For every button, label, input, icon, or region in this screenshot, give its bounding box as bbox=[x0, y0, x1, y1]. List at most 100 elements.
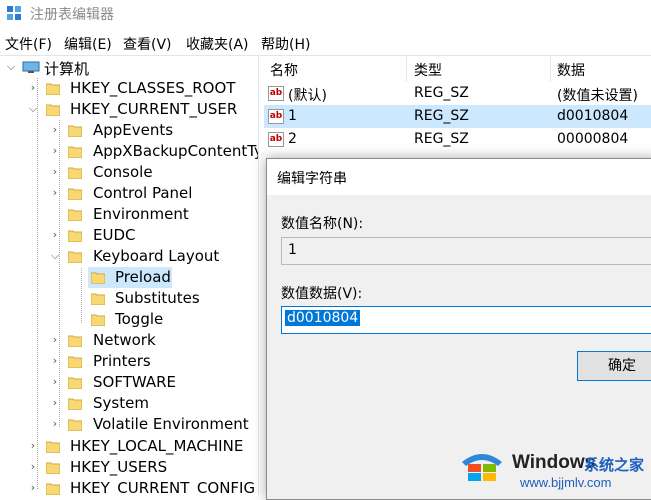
chevron-right-icon[interactable]: › bbox=[50, 333, 60, 347]
tree-item-printers[interactable]: › Printers bbox=[0, 351, 258, 372]
list-row[interactable]: ab (默认) REG_SZ (数值未设置) bbox=[264, 82, 651, 105]
folder-icon bbox=[91, 293, 105, 305]
tree-item-control-panel[interactable]: › Control Panel bbox=[0, 183, 258, 204]
tree-item-label: AppXBackupContentTy bbox=[93, 142, 258, 160]
computer-icon bbox=[22, 61, 40, 73]
tree-item-software[interactable]: › SOFTWARE bbox=[0, 372, 258, 393]
tree-item-network[interactable]: › Network bbox=[0, 330, 258, 351]
chevron-right-icon[interactable]: › bbox=[50, 396, 60, 410]
value-data-label: 数值数据(V): bbox=[281, 286, 363, 302]
tree-item-label: Keyboard Layout bbox=[93, 247, 220, 265]
ok-button[interactable]: 确定 bbox=[577, 351, 651, 381]
tree-item-environment[interactable]: Environment bbox=[0, 204, 258, 225]
regedit-icon bbox=[7, 6, 21, 20]
folder-icon bbox=[46, 483, 60, 495]
tree-item-label: Toggle bbox=[115, 310, 164, 328]
value-data-text: d0010804 bbox=[285, 310, 361, 326]
list-row[interactable]: ab 2 REG_SZ 00000804 bbox=[264, 128, 651, 151]
folder-icon bbox=[68, 398, 82, 410]
title-bar: 注册表编辑器 bbox=[0, 0, 651, 28]
folder-icon bbox=[91, 272, 105, 284]
tree-item-label: Environment bbox=[93, 205, 189, 223]
folder-open-icon bbox=[68, 251, 82, 263]
tree-item-label: Substitutes bbox=[115, 289, 200, 307]
chevron-right-icon[interactable]: › bbox=[28, 460, 38, 474]
folder-icon bbox=[68, 146, 82, 158]
chevron-right-icon[interactable]: › bbox=[28, 481, 38, 495]
chevron-right-icon[interactable]: › bbox=[28, 81, 38, 95]
chevron-right-icon[interactable]: › bbox=[50, 144, 60, 158]
column-separator[interactable] bbox=[406, 56, 407, 82]
watermark-brand: Windows bbox=[512, 452, 596, 473]
row-type: REG_SZ bbox=[414, 85, 469, 101]
dialog-title: 编辑字符串 bbox=[277, 171, 347, 187]
column-separator[interactable] bbox=[550, 56, 551, 82]
string-value-icon: ab bbox=[268, 109, 284, 124]
folder-icon bbox=[46, 441, 60, 453]
folder-icon bbox=[68, 125, 82, 137]
chevron-down-icon[interactable]: ⌵ bbox=[6, 60, 16, 74]
column-header-data[interactable]: 数据 bbox=[557, 60, 585, 80]
tree-item-toggle[interactable]: Toggle bbox=[0, 309, 258, 330]
tree-item-system[interactable]: › System bbox=[0, 393, 258, 414]
menu-favorites[interactable]: 收藏夹(A) bbox=[186, 34, 249, 54]
tree-item-label: System bbox=[93, 394, 149, 412]
tree-item-appxbackup[interactable]: › AppXBackupContentTy bbox=[0, 141, 258, 162]
folder-icon bbox=[68, 419, 82, 431]
chevron-right-icon[interactable]: › bbox=[50, 228, 60, 242]
list-row[interactable]: ab 1 REG_SZ d0010804 bbox=[264, 105, 651, 128]
tree-item-hkcr[interactable]: › HKEY_CLASSES_ROOT bbox=[0, 78, 258, 99]
row-data: d0010804 bbox=[557, 108, 629, 124]
dialog-title-bar[interactable]: 编辑字符串 bbox=[267, 159, 651, 195]
tree-item-label: HKEY_CURRENT_USER bbox=[70, 100, 238, 118]
row-type: REG_SZ bbox=[414, 108, 469, 124]
tree-item-label: Preload bbox=[115, 268, 171, 286]
string-value-icon: ab bbox=[268, 86, 284, 101]
tree-item-label: EUDC bbox=[93, 226, 136, 244]
menu-edit[interactable]: 编辑(E) bbox=[64, 34, 112, 54]
tree-item-label: Printers bbox=[93, 352, 151, 370]
column-header-type[interactable]: 类型 bbox=[414, 60, 442, 80]
row-name: (默认) bbox=[288, 88, 327, 104]
value-data-input[interactable]: d0010804 bbox=[281, 306, 651, 334]
key-tree[interactable]: ⌵ 计算机 › HKEY_CLASSES_ROOT ⌵ HKEY_CURRENT… bbox=[0, 56, 258, 495]
tree-item-substitutes[interactable]: Substitutes bbox=[0, 288, 258, 309]
tree-item-label: Volatile Environment bbox=[93, 415, 249, 433]
chevron-right-icon[interactable]: › bbox=[50, 123, 60, 137]
chevron-right-icon[interactable]: › bbox=[28, 439, 38, 453]
menu-file[interactable]: 文件(F) bbox=[5, 34, 52, 54]
menu-bar: 文件(F) 编辑(E) 查看(V) 收藏夹(A) 帮助(H) bbox=[0, 32, 651, 54]
tree-item-console[interactable]: › Console bbox=[0, 162, 258, 183]
chevron-right-icon[interactable]: › bbox=[50, 354, 60, 368]
string-value-icon: ab bbox=[268, 132, 284, 147]
chevron-right-icon[interactable]: › bbox=[50, 165, 60, 179]
row-name: 2 bbox=[288, 131, 297, 147]
folder-icon bbox=[46, 83, 60, 95]
menu-view[interactable]: 查看(V) bbox=[123, 34, 172, 54]
tree-item-appevents[interactable]: › AppEvents bbox=[0, 120, 258, 141]
chevron-right-icon[interactable]: › bbox=[50, 417, 60, 431]
value-name-text: 1 bbox=[288, 242, 297, 258]
tree-item-hklm[interactable]: › HKEY_LOCAL_MACHINE bbox=[0, 436, 258, 457]
column-header-name[interactable]: 名称 bbox=[270, 60, 298, 80]
folder-icon bbox=[68, 167, 82, 179]
tree-item-label: Network bbox=[93, 331, 156, 349]
tree-item-hkcc[interactable]: › HKEY_CURRENT_CONFIG bbox=[0, 478, 258, 495]
chevron-down-icon[interactable]: ⌵ bbox=[28, 102, 38, 116]
watermark-cn: 系统之家 bbox=[584, 456, 645, 474]
menu-help[interactable]: 帮助(H) bbox=[261, 34, 310, 54]
tree-item-eudc[interactable]: › EUDC bbox=[0, 225, 258, 246]
tree-item-hkcu[interactable]: ⌵ HKEY_CURRENT_USER bbox=[0, 99, 258, 120]
chevron-right-icon[interactable]: › bbox=[50, 375, 60, 389]
windows-logo-icon bbox=[462, 454, 502, 481]
folder-icon bbox=[68, 230, 82, 242]
chevron-down-icon[interactable]: ⌵ bbox=[50, 249, 60, 263]
tree-item-keyboard-layout[interactable]: ⌵ Keyboard Layout bbox=[0, 246, 258, 267]
tree-item-hku[interactable]: › HKEY_USERS bbox=[0, 457, 258, 478]
tree-item-preload[interactable]: Preload bbox=[0, 267, 258, 288]
folder-open-icon bbox=[46, 104, 60, 116]
chevron-right-icon[interactable]: › bbox=[50, 186, 60, 200]
tree-item-volatile-environment[interactable]: › Volatile Environment bbox=[0, 414, 258, 435]
tree-item-computer[interactable]: ⌵ 计算机 bbox=[0, 57, 258, 78]
watermark-url: www.bjjmlv.com bbox=[520, 475, 612, 490]
